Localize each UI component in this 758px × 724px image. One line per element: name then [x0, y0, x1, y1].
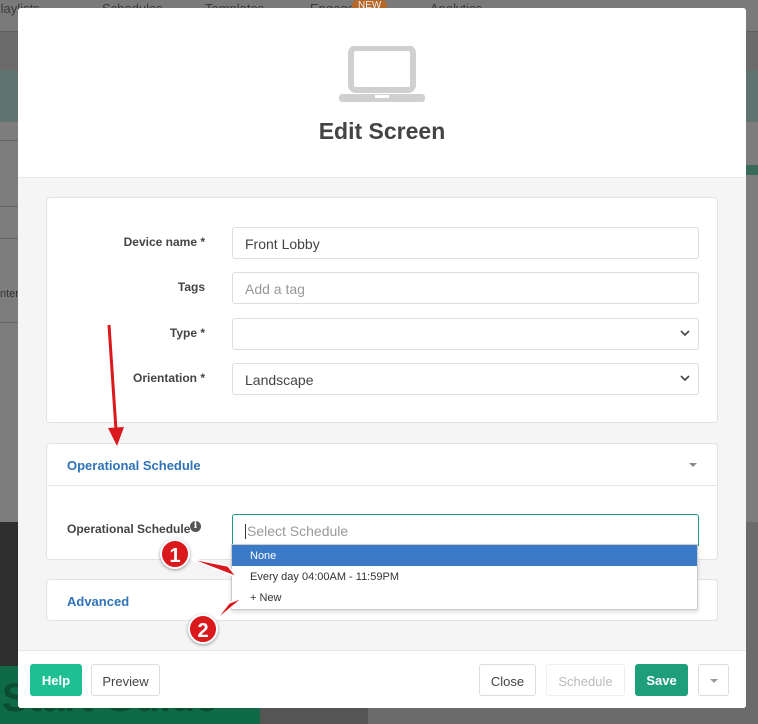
annotation-arrow-line [107, 324, 118, 431]
annotation-arrow-head [108, 427, 124, 446]
annotation-marker-1: 1 [160, 539, 190, 569]
annotation-pointer-2 [214, 596, 245, 622]
annotation-marker-2: 2 [188, 614, 218, 644]
annotation-overlay [107, 324, 245, 622]
annotation-pointer-1 [187, 557, 240, 579]
